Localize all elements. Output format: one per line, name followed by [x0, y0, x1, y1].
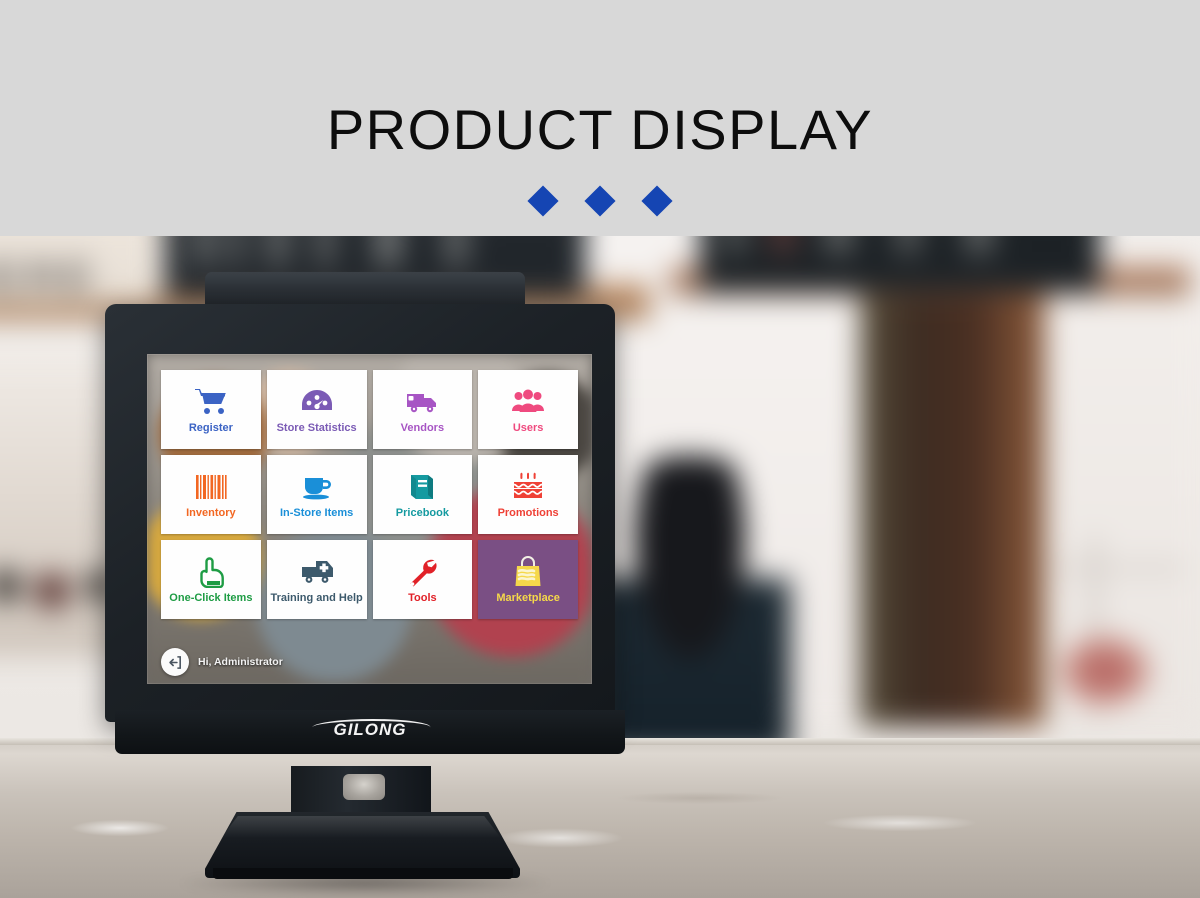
chalkboard-menu-right — [700, 236, 1100, 292]
diamond-divider — [0, 185, 1200, 217]
barcode-icon — [195, 470, 227, 504]
wall-sign: R HERE — [0, 236, 160, 304]
tile-vendors[interactable]: Vendors — [372, 370, 473, 449]
monitor-chin: GILONG — [115, 710, 625, 754]
delivery-truck-icon — [405, 385, 439, 419]
pos-terminal: Register Store Statistics Vendors Users … — [95, 272, 635, 894]
tile-training-and-help[interactable]: Training and Help — [266, 540, 367, 619]
touchscreen-display[interactable]: Register Store Statistics Vendors Users … — [147, 354, 592, 684]
shopping-bag-icon — [513, 555, 543, 589]
birthday-cake-icon — [511, 470, 545, 504]
neck-cable-notch — [343, 774, 385, 800]
base-foot — [213, 868, 513, 879]
tile-pricebook[interactable]: Pricebook — [372, 455, 473, 534]
diamond-icon — [641, 185, 673, 217]
tile-label: Promotions — [497, 506, 559, 519]
tile-label: Register — [188, 421, 233, 434]
tile-label: One-Click Items — [169, 591, 253, 604]
monitor-bezel: Register Store Statistics Vendors Users … — [105, 304, 625, 754]
tile-promotions[interactable]: Promotions — [478, 455, 578, 534]
wall-sign-text: R HERE — [0, 251, 98, 303]
tile-label: Store Statistics — [276, 421, 357, 434]
book-icon — [407, 470, 437, 504]
user-greeting: Hi, Administrator — [198, 656, 283, 668]
tile-marketplace[interactable]: Marketplace — [478, 540, 578, 619]
tile-register[interactable]: Register — [161, 370, 261, 449]
tile-label: Pricebook — [395, 506, 449, 519]
tile-label: Marketplace — [496, 591, 560, 604]
blurred-red-object — [1060, 636, 1150, 706]
pointing-hand-icon — [196, 555, 226, 589]
tile-users[interactable]: Users — [478, 370, 578, 449]
speedometer-icon — [300, 385, 334, 419]
wooden-pillar — [860, 246, 1045, 726]
diamond-icon — [527, 185, 559, 217]
tile-store-statistics[interactable]: Store Statistics — [266, 370, 367, 449]
tile-inventory[interactable]: Inventory — [161, 455, 261, 534]
coffee-cup-icon — [300, 470, 334, 504]
ambulance-icon — [300, 555, 334, 589]
tile-label: Inventory — [186, 506, 236, 519]
base-highlight — [221, 816, 501, 838]
diamond-icon — [584, 185, 616, 217]
tile-in-store-items[interactable]: In-Store Items — [266, 455, 367, 534]
tile-tools[interactable]: Tools — [372, 540, 473, 619]
brand-logo: GILONG — [333, 720, 407, 739]
user-status-bar[interactable]: Hi, Administrator — [161, 648, 283, 676]
tile-label: Vendors — [400, 421, 445, 434]
product-display-page: PRODUCT DISPLAY R HERE — [0, 0, 1200, 898]
shopping-cart-icon — [194, 385, 228, 419]
product-photo-scene: R HERE — [0, 236, 1200, 898]
tile-one-click-items[interactable]: One-Click Items — [161, 540, 261, 619]
tile-label: Training and Help — [270, 591, 363, 604]
tile-label: In-Store Items — [279, 506, 354, 519]
terminal-rear-cap — [205, 272, 525, 308]
app-tile-grid: Register Store Statistics Vendors Users … — [161, 370, 578, 619]
logout-arrow-icon[interactable] — [161, 648, 189, 676]
header-band: PRODUCT DISPLAY — [0, 0, 1200, 236]
page-title: PRODUCT DISPLAY — [326, 98, 874, 161]
wrench-icon — [406, 555, 438, 589]
users-group-icon — [511, 385, 545, 419]
tile-label: Tools — [408, 591, 437, 604]
tile-label: Users — [512, 421, 544, 434]
